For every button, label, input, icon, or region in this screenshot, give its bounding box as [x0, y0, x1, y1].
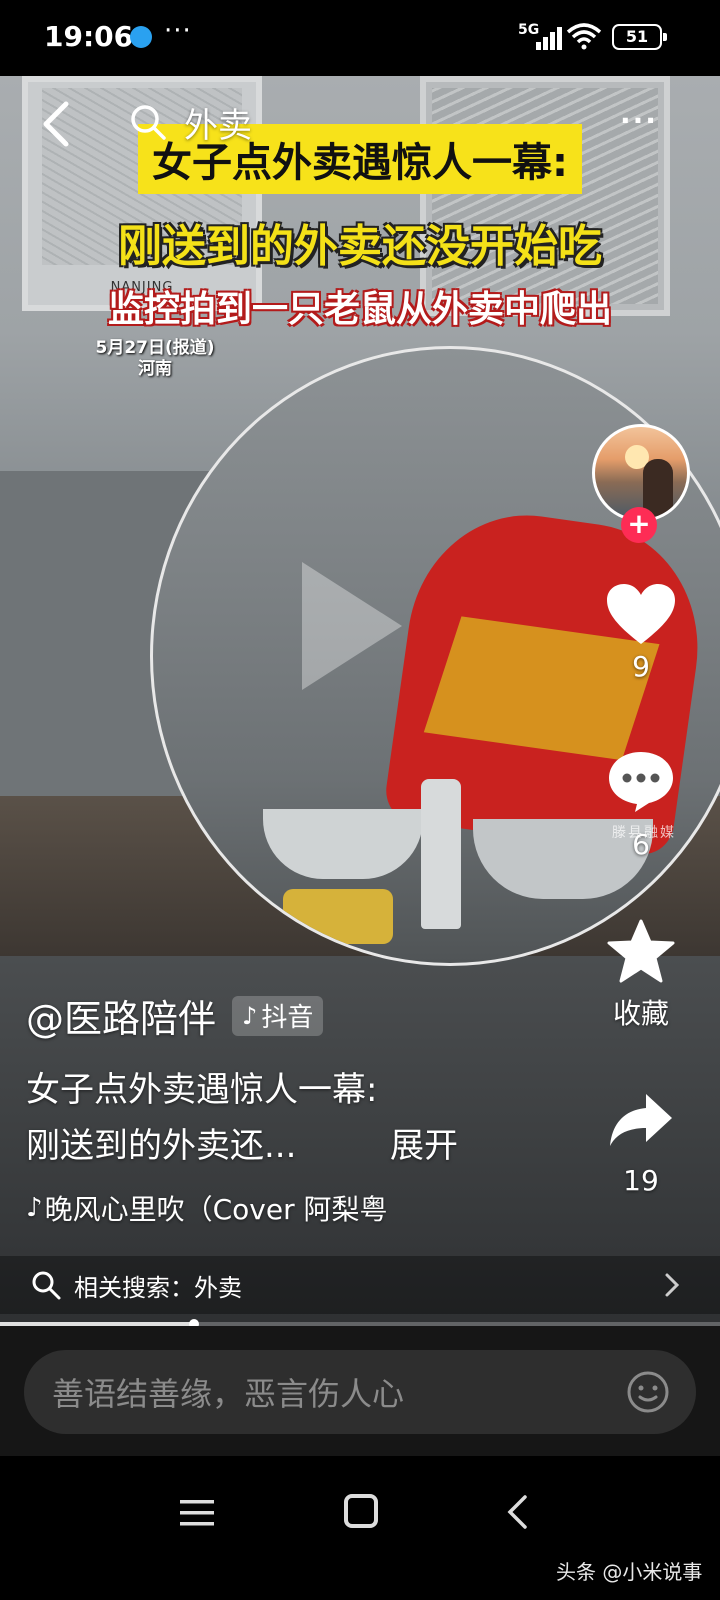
like-button[interactable]: 9 [598, 582, 684, 683]
related-search-text: 相关搜索：外卖 [74, 1273, 242, 1302]
heart-icon [607, 584, 675, 644]
related-search-bar[interactable]: 相关搜索：外卖 [0, 1256, 720, 1314]
app-notification-icon [130, 26, 152, 48]
headline-2: 刚送到的外卖还没开始吃 [118, 221, 602, 272]
comment-button[interactable]: 6 [598, 748, 684, 861]
platform-badge: ♪ 抖音 [232, 995, 324, 1036]
caption-line-2: 刚送到的外卖还... [26, 1126, 297, 1166]
caption-line-1: 女子点外卖遇惊人一幕: [26, 1070, 378, 1110]
bottle [421, 779, 461, 929]
collect-label: 收藏 [612, 997, 669, 1030]
home-icon[interactable] [344, 1494, 378, 1528]
menu-icon[interactable] [180, 1498, 214, 1528]
comment-input[interactable]: 善语结善缘，恶言伤人心 [24, 1350, 696, 1434]
search-icon [32, 1271, 61, 1300]
comment-icon [609, 752, 673, 812]
search-bar[interactable]: 外卖 [128, 96, 252, 148]
bowl [263, 809, 423, 879]
wifi-icon [566, 23, 602, 50]
sponge [283, 889, 393, 944]
back-nav-icon[interactable] [506, 1494, 528, 1530]
back-icon[interactable] [38, 100, 74, 148]
follow-button[interactable]: + [621, 507, 657, 543]
search-query: 外卖 [184, 105, 252, 146]
play-icon[interactable] [302, 562, 402, 690]
share-count: 19 [623, 1164, 659, 1197]
search-icon [131, 105, 166, 140]
comment-area: 善语结善缘，恶言伤人心 [0, 1326, 720, 1456]
like-count: 9 [632, 650, 650, 683]
chevron-right-icon [665, 1273, 680, 1297]
music-note-icon: ♪ [26, 1193, 43, 1223]
headline-3: 监控拍到一只老鼠从外卖中爬出 [107, 289, 612, 330]
comment-placeholder: 善语结善缘，恶言伤人心 [52, 1375, 405, 1413]
source-label: 头条 @小米说事 [556, 1560, 703, 1584]
collect-button[interactable]: 收藏 [598, 918, 684, 1032]
tiktok-icon: ♪ [242, 1001, 258, 1030]
music-track[interactable]: ♪ 晚风心里吹（Cover 阿梨粤 [26, 1188, 388, 1228]
author-name[interactable]: @医路陪伴 [26, 988, 216, 1043]
share-button[interactable]: 19 [598, 1090, 684, 1197]
emoji-icon[interactable] [626, 1370, 670, 1414]
status-bar: 19:06 ··· 5G 51 [0, 0, 720, 76]
system-nav-bar: 头条 @小米说事 [0, 1456, 720, 1600]
date-label: 5月27日(报道) 河南 [95, 338, 215, 379]
signal-icon [536, 27, 562, 50]
author[interactable]: @医路陪伴 ♪ 抖音 [26, 988, 324, 1043]
more-options-icon[interactable]: ··· [620, 104, 658, 137]
headline-1: 女子点外卖遇惊人一幕: [0, 124, 720, 194]
status-more-icon: ··· [164, 16, 192, 46]
source-watermark: 滕县融媒 [612, 825, 676, 841]
share-icon [610, 1094, 672, 1146]
battery-icon: 51 [612, 24, 667, 50]
expand-link[interactable]: 展开 [390, 1118, 458, 1167]
star-icon [607, 919, 675, 983]
status-time: 19:06 [44, 20, 134, 53]
